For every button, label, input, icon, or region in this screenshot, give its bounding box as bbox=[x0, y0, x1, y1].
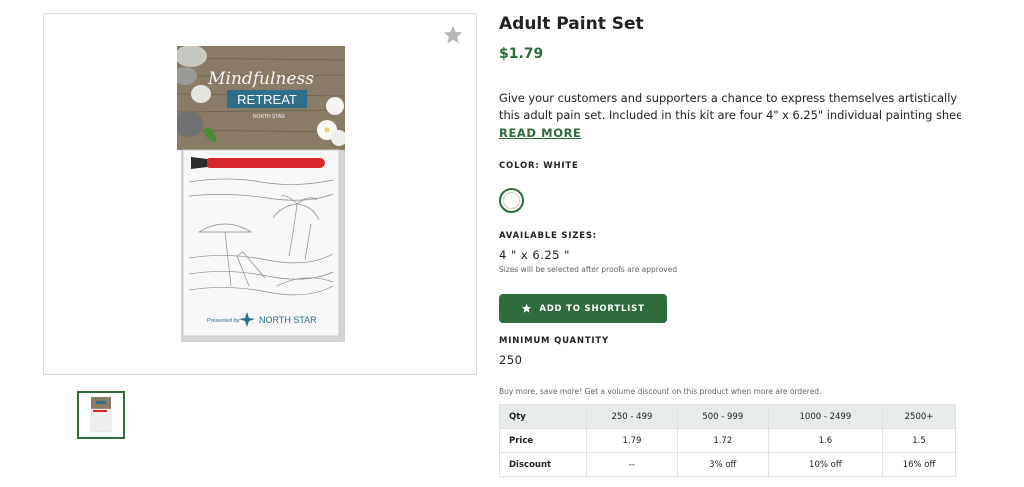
table-cell: 10% off bbox=[767, 452, 884, 477]
thumbnail-image bbox=[90, 397, 112, 433]
table-cell: Discount bbox=[499, 452, 587, 477]
table-header-row: Qty 250 - 499 500 - 999 1000 - 2499 2500… bbox=[499, 404, 956, 429]
table-cell: 1.79 bbox=[586, 428, 678, 453]
volume-discount-note: Buy more, save more! Get a volume discou… bbox=[499, 387, 822, 396]
table-cell: 3% off bbox=[676, 452, 769, 477]
product-title: Adult Paint Set bbox=[499, 14, 644, 34]
add-to-shortlist-button[interactable]: ADD TO SHORTLIST bbox=[499, 294, 667, 323]
card-script-text: Mindfulness bbox=[207, 69, 314, 89]
table-cell: -- bbox=[586, 452, 678, 477]
size-note: Sizes will be selected after proofs are … bbox=[499, 265, 678, 274]
table-cell: 500 - 999 bbox=[676, 404, 769, 429]
color-swatch-white[interactable] bbox=[499, 188, 524, 213]
product-price: $1.79 bbox=[499, 46, 544, 62]
table-cell: 1000 - 2499 bbox=[767, 404, 884, 429]
pricing-table: Qty 250 - 499 500 - 999 1000 - 2499 2500… bbox=[499, 404, 956, 477]
table-cell: 1.5 bbox=[882, 428, 956, 453]
table-cell: 250 - 499 bbox=[586, 404, 678, 429]
card-title-text: RETREAT bbox=[237, 92, 297, 107]
product-image-panel: Mindfulness RETREAT NORTH STAR Presented… bbox=[43, 13, 477, 375]
card-presented-text: Presented by bbox=[207, 318, 240, 324]
favorite-star-icon[interactable] bbox=[442, 24, 464, 46]
table-cell: Qty bbox=[499, 404, 587, 429]
card-brand-small: NORTH STAR bbox=[253, 114, 285, 120]
min-quantity-value: 250 bbox=[499, 353, 523, 367]
table-cell: Price bbox=[499, 428, 587, 453]
table-cell: 2500+ bbox=[882, 404, 956, 429]
sizes-label: AVAILABLE SIZES: bbox=[499, 231, 597, 241]
size-value: 4 " x 6.25 " bbox=[499, 248, 570, 262]
table-row-discount: Discount -- 3% off 10% off 16% off bbox=[499, 452, 956, 477]
product-description: Give your customers and supporters a cha… bbox=[499, 90, 961, 124]
table-cell: 1.6 bbox=[767, 428, 884, 453]
card-brand-text: NORTH STAR bbox=[259, 315, 317, 325]
table-cell: 1.72 bbox=[676, 428, 769, 453]
description-line: Give your customers and supporters a cha… bbox=[499, 91, 961, 105]
min-quantity-label: MINIMUM QUANTITY bbox=[499, 336, 609, 346]
shortlist-label: ADD TO SHORTLIST bbox=[539, 303, 645, 314]
table-cell: 16% off bbox=[882, 452, 956, 477]
product-image: Mindfulness RETREAT NORTH STAR Presented… bbox=[177, 46, 345, 342]
read-more-link[interactable]: READ MORE bbox=[499, 126, 582, 140]
color-label: COLOR: WHITE bbox=[499, 161, 579, 171]
product-thumbnail[interactable] bbox=[77, 391, 125, 439]
table-row-price: Price 1.79 1.72 1.6 1.5 bbox=[499, 428, 956, 453]
star-icon bbox=[522, 303, 532, 313]
description-line: this adult pain set. Included in this ki… bbox=[499, 108, 961, 122]
swatch-fill bbox=[503, 192, 520, 209]
